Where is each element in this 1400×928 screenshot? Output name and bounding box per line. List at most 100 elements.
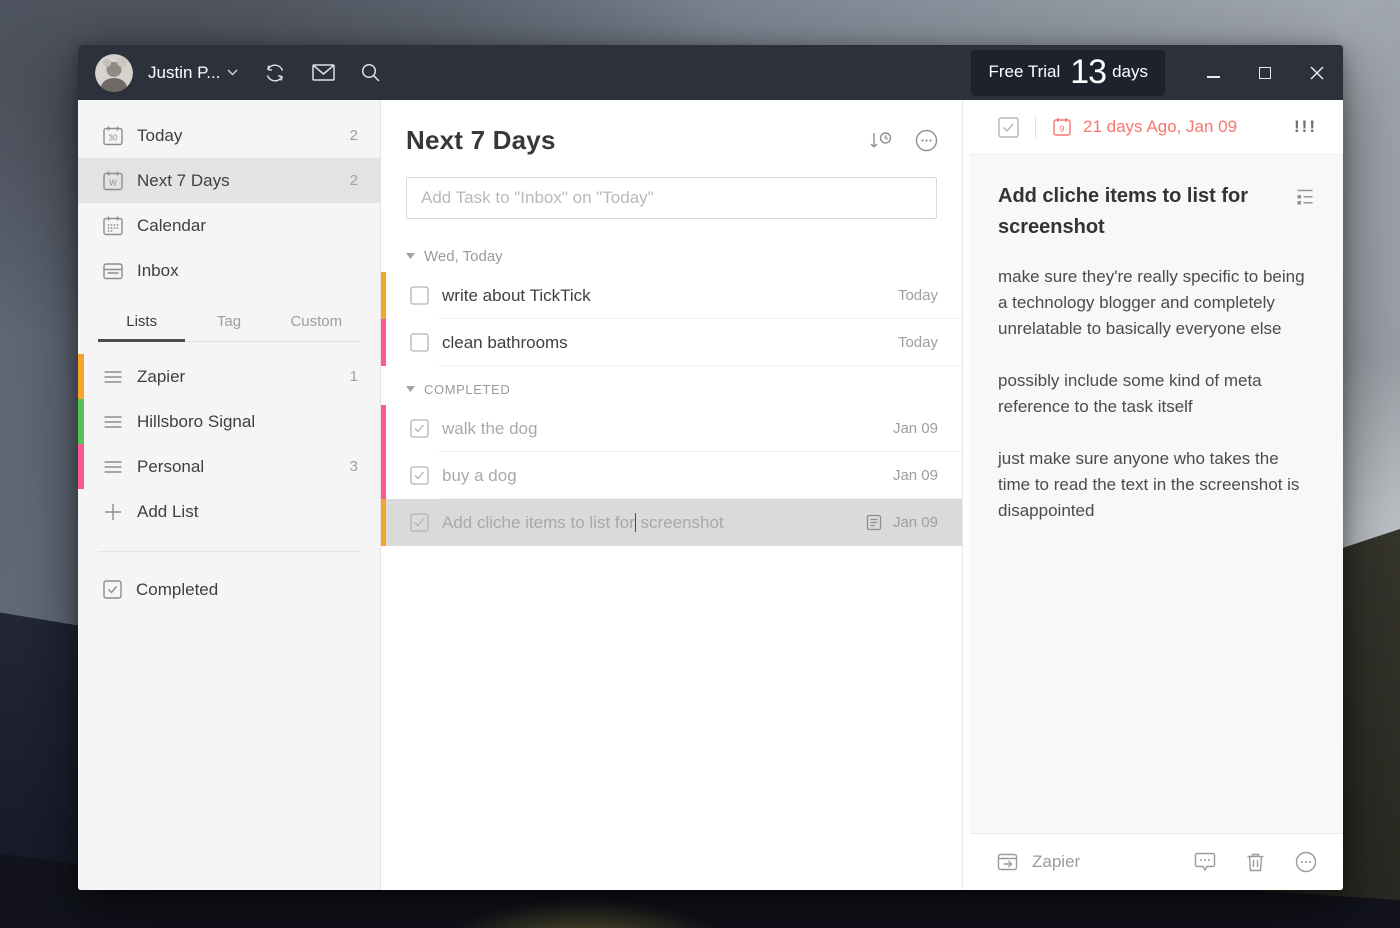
due-date-calendar-icon[interactable]: 9 <box>1052 117 1072 137</box>
sidebar-item-label: Next 7 Days <box>137 171 350 191</box>
sidebar-item-label: Today <box>137 126 350 146</box>
chevron-down-icon[interactable] <box>227 69 238 76</box>
sidebar-item-calendar[interactable]: Calendar <box>78 203 380 248</box>
tab-custom[interactable]: Custom <box>273 303 360 342</box>
task-checkbox-checked[interactable] <box>410 466 429 485</box>
note-paragraph[interactable]: possibly include some kind of meta refer… <box>998 368 1315 420</box>
task-row-walk-the-dog[interactable]: walk the dog Jan 09 <box>381 405 962 452</box>
sidebar-item-label: Calendar <box>137 216 358 236</box>
detail-header: 9 21 days Ago, Jan 09 !!! <box>970 100 1343 155</box>
note-icon <box>866 514 882 531</box>
more-options-icon[interactable] <box>1295 851 1317 873</box>
task-checkbox-empty[interactable] <box>410 333 429 352</box>
list-count: 3 <box>350 458 358 475</box>
ticktick-app-window: Justin P... Fre <box>78 45 1343 890</box>
outline-list-icon[interactable] <box>1295 188 1315 206</box>
detail-checkbox-checked[interactable] <box>998 117 1019 138</box>
sidebar-item-count: 2 <box>350 172 358 189</box>
trial-days-suffix: days <box>1112 62 1148 82</box>
sidebar-item-inbox[interactable]: Inbox <box>78 248 380 293</box>
add-list-button[interactable]: Add List <box>78 489 380 534</box>
user-name[interactable]: Justin P... <box>148 63 220 83</box>
section-header-today[interactable]: Wed, Today <box>381 246 970 266</box>
note-paragraph[interactable]: just make sure anyone who takes the time… <box>998 446 1315 524</box>
trial-label: Free Trial <box>988 62 1060 82</box>
task-color-bar <box>381 319 386 366</box>
collapse-triangle-icon <box>406 386 415 392</box>
list-icon <box>102 456 124 478</box>
section-header-completed[interactable]: COMPLETED <box>381 379 970 399</box>
task-date: Jan 09 <box>893 467 938 484</box>
task-list-panel: Next 7 Days <box>381 100 970 890</box>
task-title: write about TickTick <box>442 286 591 306</box>
add-task-input[interactable] <box>406 177 937 219</box>
divider <box>1035 116 1036 138</box>
task-checkbox-checked[interactable] <box>410 513 429 532</box>
maximize-button[interactable] <box>1239 45 1291 100</box>
inbox-icon <box>102 260 124 282</box>
more-options-icon[interactable] <box>915 129 938 152</box>
task-row-buy-a-dog[interactable]: buy a dog Jan 09 <box>381 452 962 499</box>
list-label: Personal <box>137 457 350 477</box>
list-label: Hillsboro Signal <box>137 412 358 432</box>
task-color-bar <box>381 499 386 546</box>
desktop-background: Justin P... Fre <box>0 0 1400 928</box>
note-paragraph[interactable]: make sure they're really specific to bei… <box>998 264 1315 342</box>
task-checkbox-empty[interactable] <box>410 286 429 305</box>
detail-task-title[interactable]: Add cliche items to list for screenshot <box>998 181 1281 243</box>
search-icon[interactable] <box>361 63 380 82</box>
detail-footer: Zapier <box>970 833 1343 890</box>
completed-checkbox-icon <box>102 579 123 600</box>
svg-text:W: W <box>109 178 117 187</box>
sidebar: 30 Today 2 W Next 7 Days 2 <box>78 100 381 890</box>
sort-by-date-icon[interactable] <box>869 130 893 151</box>
task-detail-panel: 9 21 days Ago, Jan 09 !!! Add cliche ite… <box>970 100 1343 890</box>
page-title: Next 7 Days <box>406 125 847 156</box>
close-button[interactable] <box>1291 45 1343 100</box>
collapse-triangle-icon <box>406 253 415 259</box>
sidebar-item-count: 2 <box>350 127 358 144</box>
calendar-today-icon: 30 <box>102 125 124 147</box>
sidebar-tabs: Lists Tag Custom <box>98 303 360 342</box>
trash-icon[interactable] <box>1246 852 1265 872</box>
svg-text:9: 9 <box>1060 124 1065 134</box>
list-label: Zapier <box>137 367 350 387</box>
sidebar-item-next-7-days[interactable]: W Next 7 Days 2 <box>78 158 380 203</box>
task-color-bar <box>381 405 386 452</box>
trial-days-count: 13 <box>1070 55 1106 89</box>
priority-marks[interactable]: !!! <box>1294 117 1317 137</box>
avatar[interactable] <box>95 54 133 92</box>
task-row-add-cliche-items[interactable]: Add cliche items to list for screenshot … <box>381 499 962 546</box>
tab-lists[interactable]: Lists <box>98 303 185 342</box>
sidebar-item-label: Inbox <box>137 261 358 281</box>
calendar-grid-icon <box>102 215 124 237</box>
sidebar-item-today[interactable]: 30 Today 2 <box>78 113 380 158</box>
comment-icon[interactable] <box>1194 852 1216 872</box>
add-list-label: Add List <box>137 502 358 522</box>
footer-list-name[interactable]: Zapier <box>1032 852 1164 872</box>
task-date: Jan 09 <box>893 420 938 437</box>
section-label: Wed, Today <box>424 248 503 265</box>
task-title: Add cliche items to list for screenshot <box>442 513 724 533</box>
tab-tag[interactable]: Tag <box>185 303 272 342</box>
task-checkbox-checked[interactable] <box>410 419 429 438</box>
move-to-list-icon[interactable] <box>997 853 1018 871</box>
list-count: 1 <box>350 368 358 385</box>
task-row-write-about-ticktick[interactable]: write about TickTick Today <box>381 272 962 319</box>
sidebar-list-zapier[interactable]: Zapier 1 <box>78 354 380 399</box>
titlebar: Justin P... Fre <box>78 45 1343 100</box>
task-row-clean-bathrooms[interactable]: clean bathrooms Today <box>381 319 962 366</box>
sync-icon[interactable] <box>264 63 286 83</box>
sidebar-list-hillsboro-signal[interactable]: Hillsboro Signal <box>78 399 380 444</box>
list-icon <box>102 366 124 388</box>
free-trial-badge[interactable]: Free Trial 13 days <box>971 50 1165 96</box>
task-date: Jan 09 <box>893 514 938 531</box>
due-date-text[interactable]: 21 days Ago, Jan 09 <box>1083 117 1237 137</box>
mail-icon[interactable] <box>312 64 335 81</box>
task-color-bar <box>381 272 386 319</box>
sidebar-item-completed[interactable]: Completed <box>78 567 380 612</box>
task-title: walk the dog <box>442 419 537 439</box>
minimize-button[interactable] <box>1187 45 1239 100</box>
task-date: Today <box>898 287 938 304</box>
sidebar-list-personal[interactable]: Personal 3 <box>78 444 380 489</box>
